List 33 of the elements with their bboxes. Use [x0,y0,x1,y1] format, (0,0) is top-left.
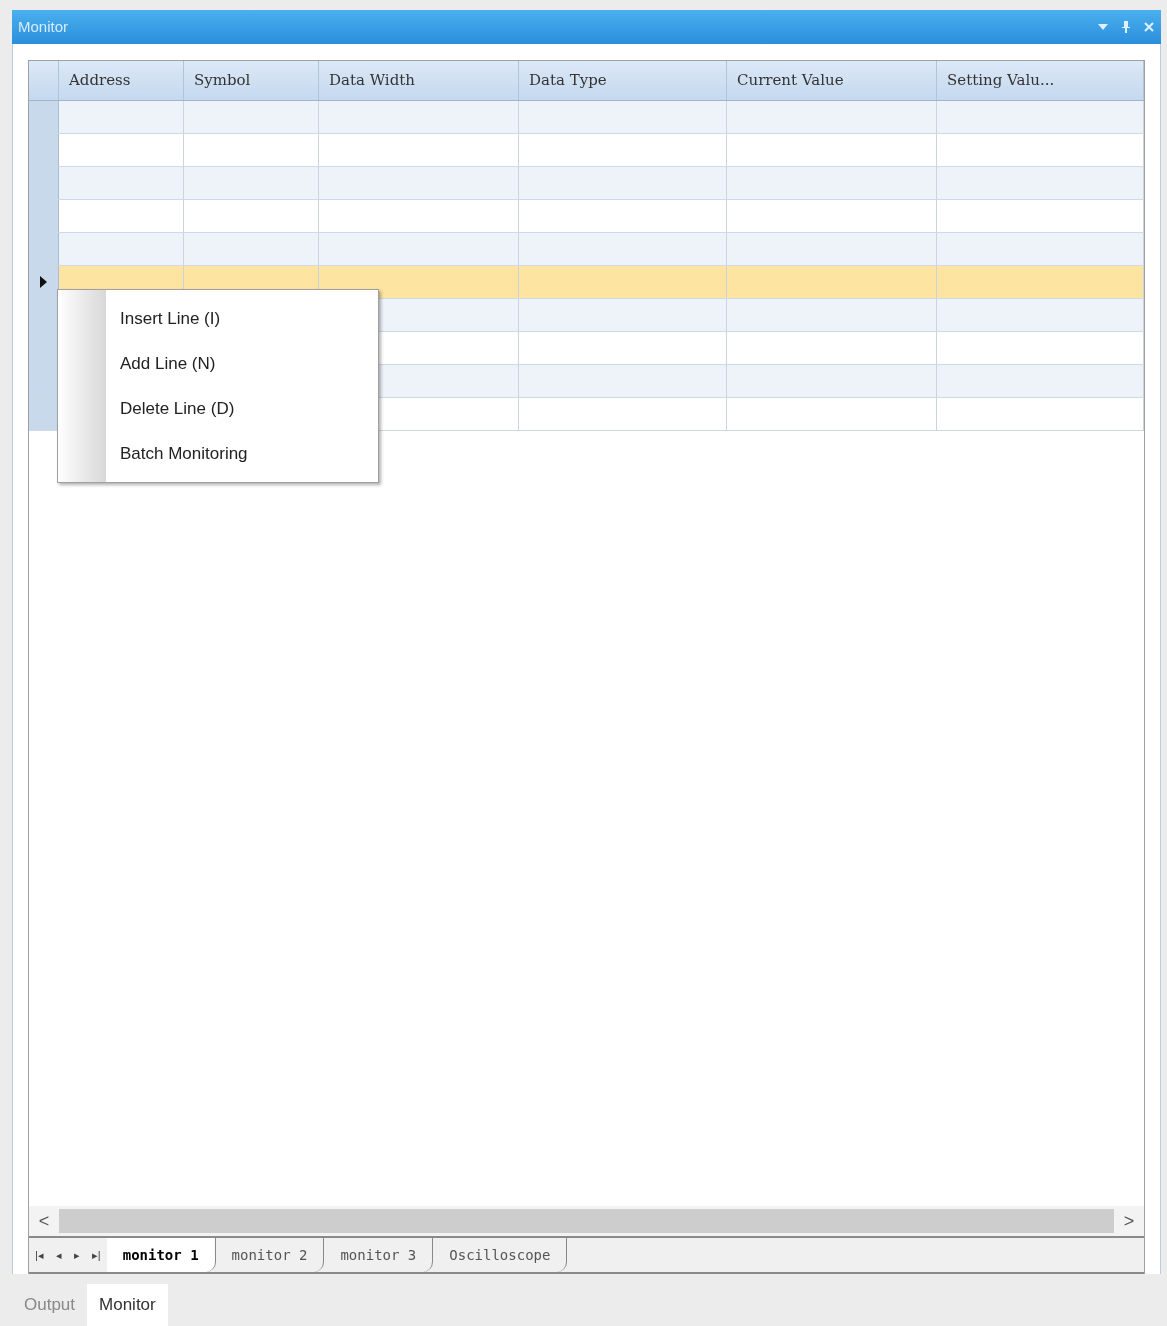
close-icon[interactable] [1143,21,1155,33]
sheet-nav-button[interactable]: ◂ [49,1246,68,1264]
table-row[interactable] [29,167,1144,200]
window-title: Monitor [18,16,69,37]
dropdown-icon[interactable] [1097,22,1109,32]
menu-item[interactable]: Insert Line (I) [120,296,378,341]
sheet-tab[interactable]: monitor 1 [106,1238,216,1272]
column-header[interactable]: Symbol [184,61,319,100]
column-header[interactable]: Address [59,61,184,100]
table-row[interactable] [29,134,1144,167]
sheet-tab[interactable]: Oscilloscope [433,1238,568,1272]
scroll-left-button[interactable]: < [29,1207,59,1235]
column-header[interactable]: Setting Valu... [937,61,1144,100]
column-header[interactable]: Data Type [519,61,727,100]
scrollbar-thumb[interactable] [59,1209,1114,1233]
column-header[interactable]: Current Value [727,61,937,100]
column-header[interactable]: Data Width [319,61,519,100]
scroll-right-button[interactable]: > [1114,1207,1144,1235]
row-header[interactable] [29,266,59,298]
table-row[interactable] [29,101,1144,134]
sheet-tab[interactable]: monitor 2 [215,1238,325,1272]
current-row-icon [40,276,47,288]
sheet-nav-button[interactable]: ▸| [85,1246,107,1264]
panel-tab[interactable]: Monitor [87,1284,168,1326]
sheet-tab[interactable]: monitor 3 [324,1238,434,1272]
menu-item[interactable]: Batch Monitoring [120,431,378,476]
sheet-nav-button[interactable]: |◂ [29,1246,50,1264]
pin-icon[interactable] [1121,20,1131,34]
menu-item[interactable]: Delete Line (D) [120,386,378,431]
menu-item[interactable]: Add Line (N) [120,341,378,386]
sheet-nav-button[interactable]: ▸ [67,1246,86,1264]
horizontal-scrollbar[interactable]: < > [29,1206,1144,1236]
table-row[interactable] [29,200,1144,233]
